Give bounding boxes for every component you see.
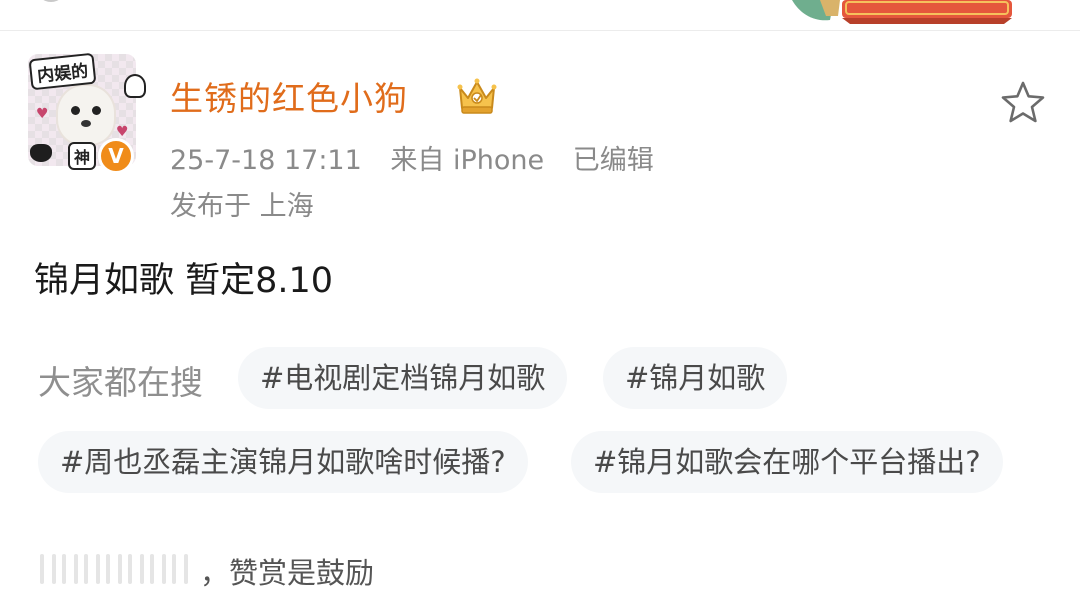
pet-face <box>58 86 114 144</box>
search-chip[interactable]: #锦月如歌会在哪个平台播出? <box>571 431 1003 493</box>
edited-label[interactable]: 已编辑 <box>573 145 654 176</box>
heart-icon: ♥ <box>36 106 49 122</box>
search-chip[interactable]: #周也丞磊主演锦月如歌啥时候播? <box>38 431 528 493</box>
partial-circle-icon <box>36 0 66 2</box>
crown-icon[interactable] <box>454 76 500 116</box>
search-chip[interactable]: #锦月如歌 <box>603 347 788 409</box>
reward-text: ，赞赏是鼓励 <box>200 556 375 590</box>
avatar-tag-bottom: 神 <box>68 142 97 170</box>
reward-avatar-strip <box>40 554 198 584</box>
nose <box>81 120 91 127</box>
post-source: 来自 iPhone <box>390 145 545 176</box>
previous-section-strip <box>0 0 1080 30</box>
right-eye <box>92 106 101 115</box>
search-chip[interactable]: #电视剧定档锦月如歌 <box>238 347 568 409</box>
trending-search-label: 大家都在搜 <box>38 363 203 402</box>
post-meta: 25-7-18 17:11 来自 iPhone 已编辑 <box>170 138 654 177</box>
festival-banner-icon <box>792 0 1012 24</box>
section-divider <box>0 30 1080 31</box>
ghost-icon <box>124 74 146 98</box>
left-eye <box>71 106 80 115</box>
author-name[interactable]: 生锈的红色小狗 <box>170 72 408 120</box>
verified-v-icon: V <box>98 138 134 174</box>
star-outline-icon[interactable] <box>1000 80 1046 126</box>
post-time: 25-7-18 17:11 <box>170 145 362 176</box>
post-content: 锦月如歌 暂定8.10 <box>34 261 334 301</box>
post-location: 发布于 上海 <box>170 191 314 222</box>
black-cat-icon <box>30 144 52 162</box>
weibo-post-detail: ♥ ♥ 内娱的 神 V 生锈的红色小狗 25-7-18 17:11 来自 iPh… <box>0 0 1080 606</box>
